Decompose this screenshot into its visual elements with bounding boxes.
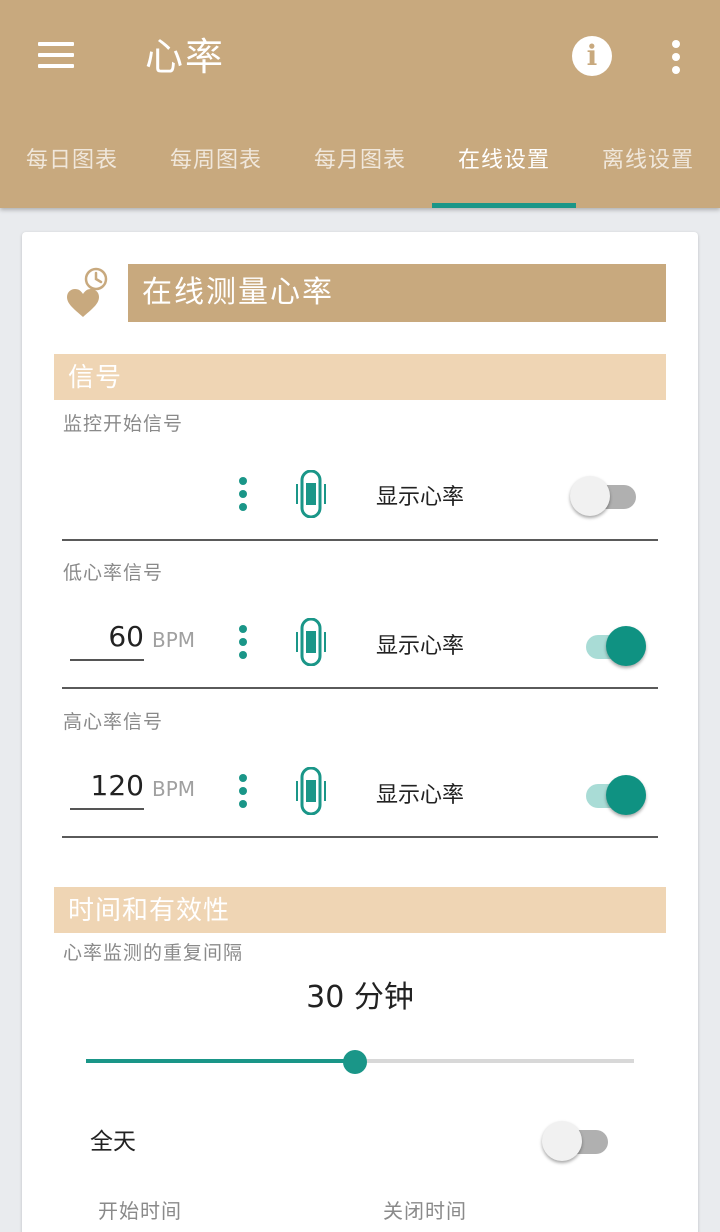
slider-thumb[interactable] <box>343 1050 367 1074</box>
signals-header: 信号 <box>54 354 666 400</box>
low-bpm-input[interactable]: 60 <box>70 620 144 654</box>
high-bpm-underline <box>70 808 144 810</box>
all-day-label: 全天 <box>90 1129 136 1155</box>
low-signal-show-hr-label: 显示心率 <box>376 634 465 659</box>
divider <box>62 539 658 541</box>
tab-daily-chart[interactable]: 每日图表 <box>0 130 144 208</box>
tab-offline-settings[interactable]: 离线设置 <box>576 130 720 208</box>
high-signal-label: 高心率信号 <box>63 711 164 733</box>
interval-label: 心率监测的重复间隔 <box>63 942 244 964</box>
start-signal-toggle[interactable] <box>570 474 640 518</box>
low-signal-label: 低心率信号 <box>63 562 164 584</box>
divider <box>62 687 658 689</box>
hamburger-menu-icon[interactable] <box>36 38 76 72</box>
divider <box>62 836 658 838</box>
low-signal-band-icon[interactable] <box>294 618 328 666</box>
high-bpm-unit: BPM <box>152 777 196 801</box>
start-signal-more-icon[interactable] <box>238 477 248 513</box>
tab-bar: 每日图表 每周图表 每月图表 在线设置 离线设置 <box>0 130 720 208</box>
heart-clock-icon <box>67 267 108 317</box>
high-signal-show-hr-label: 显示心率 <box>376 783 465 808</box>
all-day-toggle[interactable] <box>542 1119 612 1163</box>
tab-weekly-chart[interactable]: 每周图表 <box>144 130 288 208</box>
low-signal-toggle[interactable] <box>580 624 650 668</box>
low-bpm-unit: BPM <box>152 628 196 652</box>
high-signal-band-icon[interactable] <box>294 767 328 815</box>
high-signal-more-icon[interactable] <box>238 774 248 810</box>
high-signal-toggle[interactable] <box>580 773 650 817</box>
app-title: 心率 <box>145 35 226 79</box>
interval-slider[interactable] <box>86 1050 634 1074</box>
end-time-label[interactable]: 关闭时间 <box>383 1198 467 1224</box>
slider-fill <box>86 1059 355 1063</box>
high-bpm-input[interactable]: 120 <box>70 769 144 803</box>
tab-monthly-chart[interactable]: 每月图表 <box>288 130 432 208</box>
section-title: 在线测量心率 <box>128 264 666 322</box>
timing-header: 时间和有效性 <box>54 887 666 933</box>
more-options-icon[interactable] <box>668 38 684 76</box>
start-signal-band-icon[interactable] <box>294 470 328 518</box>
start-signal-label: 监控开始信号 <box>63 413 184 435</box>
interval-value: 30 分钟 <box>306 980 414 1015</box>
app-bar: 心率 i 每日图表 每周图表 每月图表 在线设置 离线设置 <box>0 0 720 208</box>
start-time-label[interactable]: 开始时间 <box>98 1198 182 1224</box>
start-signal-show-hr-label: 显示心率 <box>376 485 465 510</box>
tab-online-settings[interactable]: 在线设置 <box>432 130 576 208</box>
info-icon[interactable]: i <box>572 36 612 76</box>
low-bpm-underline <box>70 659 144 661</box>
low-signal-more-icon[interactable] <box>238 625 248 661</box>
